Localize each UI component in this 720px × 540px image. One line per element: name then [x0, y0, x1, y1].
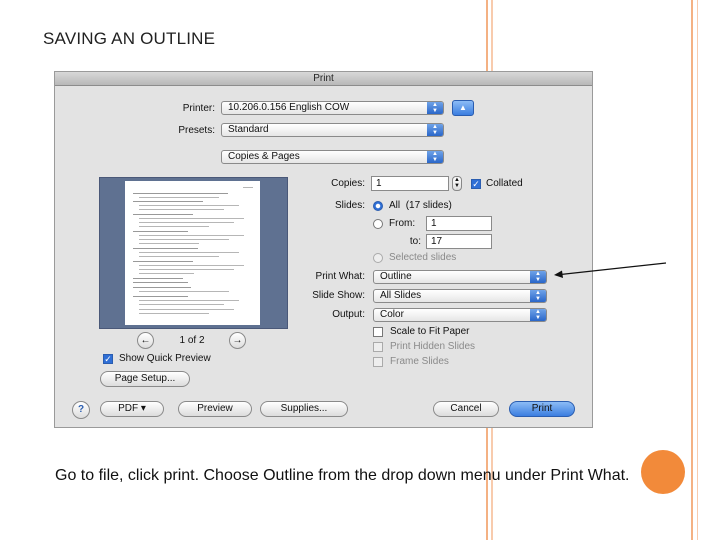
accent-line — [691, 0, 693, 540]
show-quick-preview-label: Show Quick Preview — [119, 353, 211, 364]
show-quick-preview-checkbox[interactable]: ✓ — [103, 354, 113, 364]
chevron-updown-icon: ▲ ▼ — [427, 151, 443, 163]
presets-label: Presets: — [178, 125, 215, 136]
slide-show-label: Slide Show: — [312, 290, 365, 301]
slide-caption: Go to file, click print. Choose Outline … — [55, 467, 630, 484]
accent-line — [697, 0, 698, 540]
output-label: Output: — [332, 309, 365, 320]
preview-page — [125, 181, 260, 325]
print-hidden-label: Print Hidden Slides — [390, 341, 476, 352]
output-value: Color — [380, 309, 404, 320]
print-button[interactable]: Print — [509, 401, 575, 417]
chevron-updown-icon: ▲ ▼ — [530, 309, 546, 321]
section-select[interactable]: Copies & Pages ▲ ▼ — [221, 150, 444, 164]
slides-to-label: to: — [409, 236, 421, 247]
frame-slides-label: Frame Slides — [390, 356, 449, 367]
slides-from-radio[interactable] — [373, 219, 383, 229]
page-indicator: 1 of 2 — [179, 335, 205, 346]
slides-from-field[interactable]: 1 — [426, 216, 492, 231]
printer-value: 10.206.0.156 English COW — [228, 102, 350, 113]
disclosure-triangle-icon[interactable]: ▲ — [452, 100, 474, 116]
slides-all-radio[interactable] — [373, 201, 383, 211]
print-what-select[interactable]: Outline ▲ ▼ — [373, 270, 547, 284]
slides-selected-radio[interactable] — [373, 253, 383, 263]
collated-label: Collated — [486, 178, 523, 189]
printer-label: Printer: — [182, 103, 215, 114]
copies-stepper[interactable]: ▲ ▼ — [452, 176, 462, 191]
slide-show-value: All Slides — [380, 290, 422, 301]
printer-select[interactable]: 10.206.0.156 English COW ▲ ▼ — [221, 101, 444, 115]
presets-select[interactable]: Standard ▲ ▼ — [221, 123, 444, 137]
copies-field[interactable]: 1 — [371, 176, 449, 191]
chevron-updown-icon: ▲ ▼ — [427, 102, 443, 114]
supplies-button[interactable]: Supplies... — [260, 401, 348, 417]
copies-label: Copies: — [331, 178, 365, 189]
print-what-value: Outline — [380, 271, 412, 282]
slides-selected-label: Selected slides — [389, 252, 457, 263]
preview-button[interactable]: Preview — [178, 401, 252, 417]
slide-title: SAVING AN OUTLINE — [43, 29, 216, 48]
section-value: Copies & Pages — [228, 151, 300, 162]
chevron-updown-icon: ▲ ▼ — [530, 271, 546, 283]
collated-checkbox[interactable]: ✓ — [471, 179, 481, 189]
slides-from-label: From: — [389, 218, 416, 229]
help-button[interactable]: ? — [72, 401, 90, 419]
arrow-left-icon[interactable]: ← — [137, 332, 154, 349]
slides-label: Slides: — [334, 200, 365, 211]
presets-value: Standard — [228, 124, 269, 135]
slides-to-field[interactable]: 17 — [426, 234, 492, 249]
scale-to-fit-checkbox[interactable] — [373, 327, 383, 337]
arrow-pointer-icon — [554, 262, 667, 278]
chevron-updown-icon: ▲ ▼ — [530, 290, 546, 302]
slides-all-label: All (17 slides) — [389, 200, 452, 211]
arrow-right-icon[interactable]: → — [229, 332, 246, 349]
print-hidden-checkbox[interactable] — [373, 342, 383, 352]
cancel-button[interactable]: Cancel — [433, 401, 499, 417]
scale-to-fit-label: Scale to Fit Paper — [390, 326, 470, 337]
frame-slides-checkbox[interactable] — [373, 357, 383, 367]
pdf-button[interactable]: PDF ▾ — [100, 401, 164, 417]
print-preview — [99, 177, 288, 329]
slide-show-select[interactable]: All Slides ▲ ▼ — [373, 289, 547, 303]
dialog-title: Print — [55, 72, 592, 86]
page-setup-button[interactable]: Page Setup... — [100, 371, 190, 387]
print-what-label: Print What: — [315, 271, 365, 282]
output-select[interactable]: Color ▲ ▼ — [373, 308, 547, 322]
print-dialog: Print Printer: 10.206.0.156 English COW … — [54, 71, 593, 428]
chevron-updown-icon: ▲ ▼ — [427, 124, 443, 136]
